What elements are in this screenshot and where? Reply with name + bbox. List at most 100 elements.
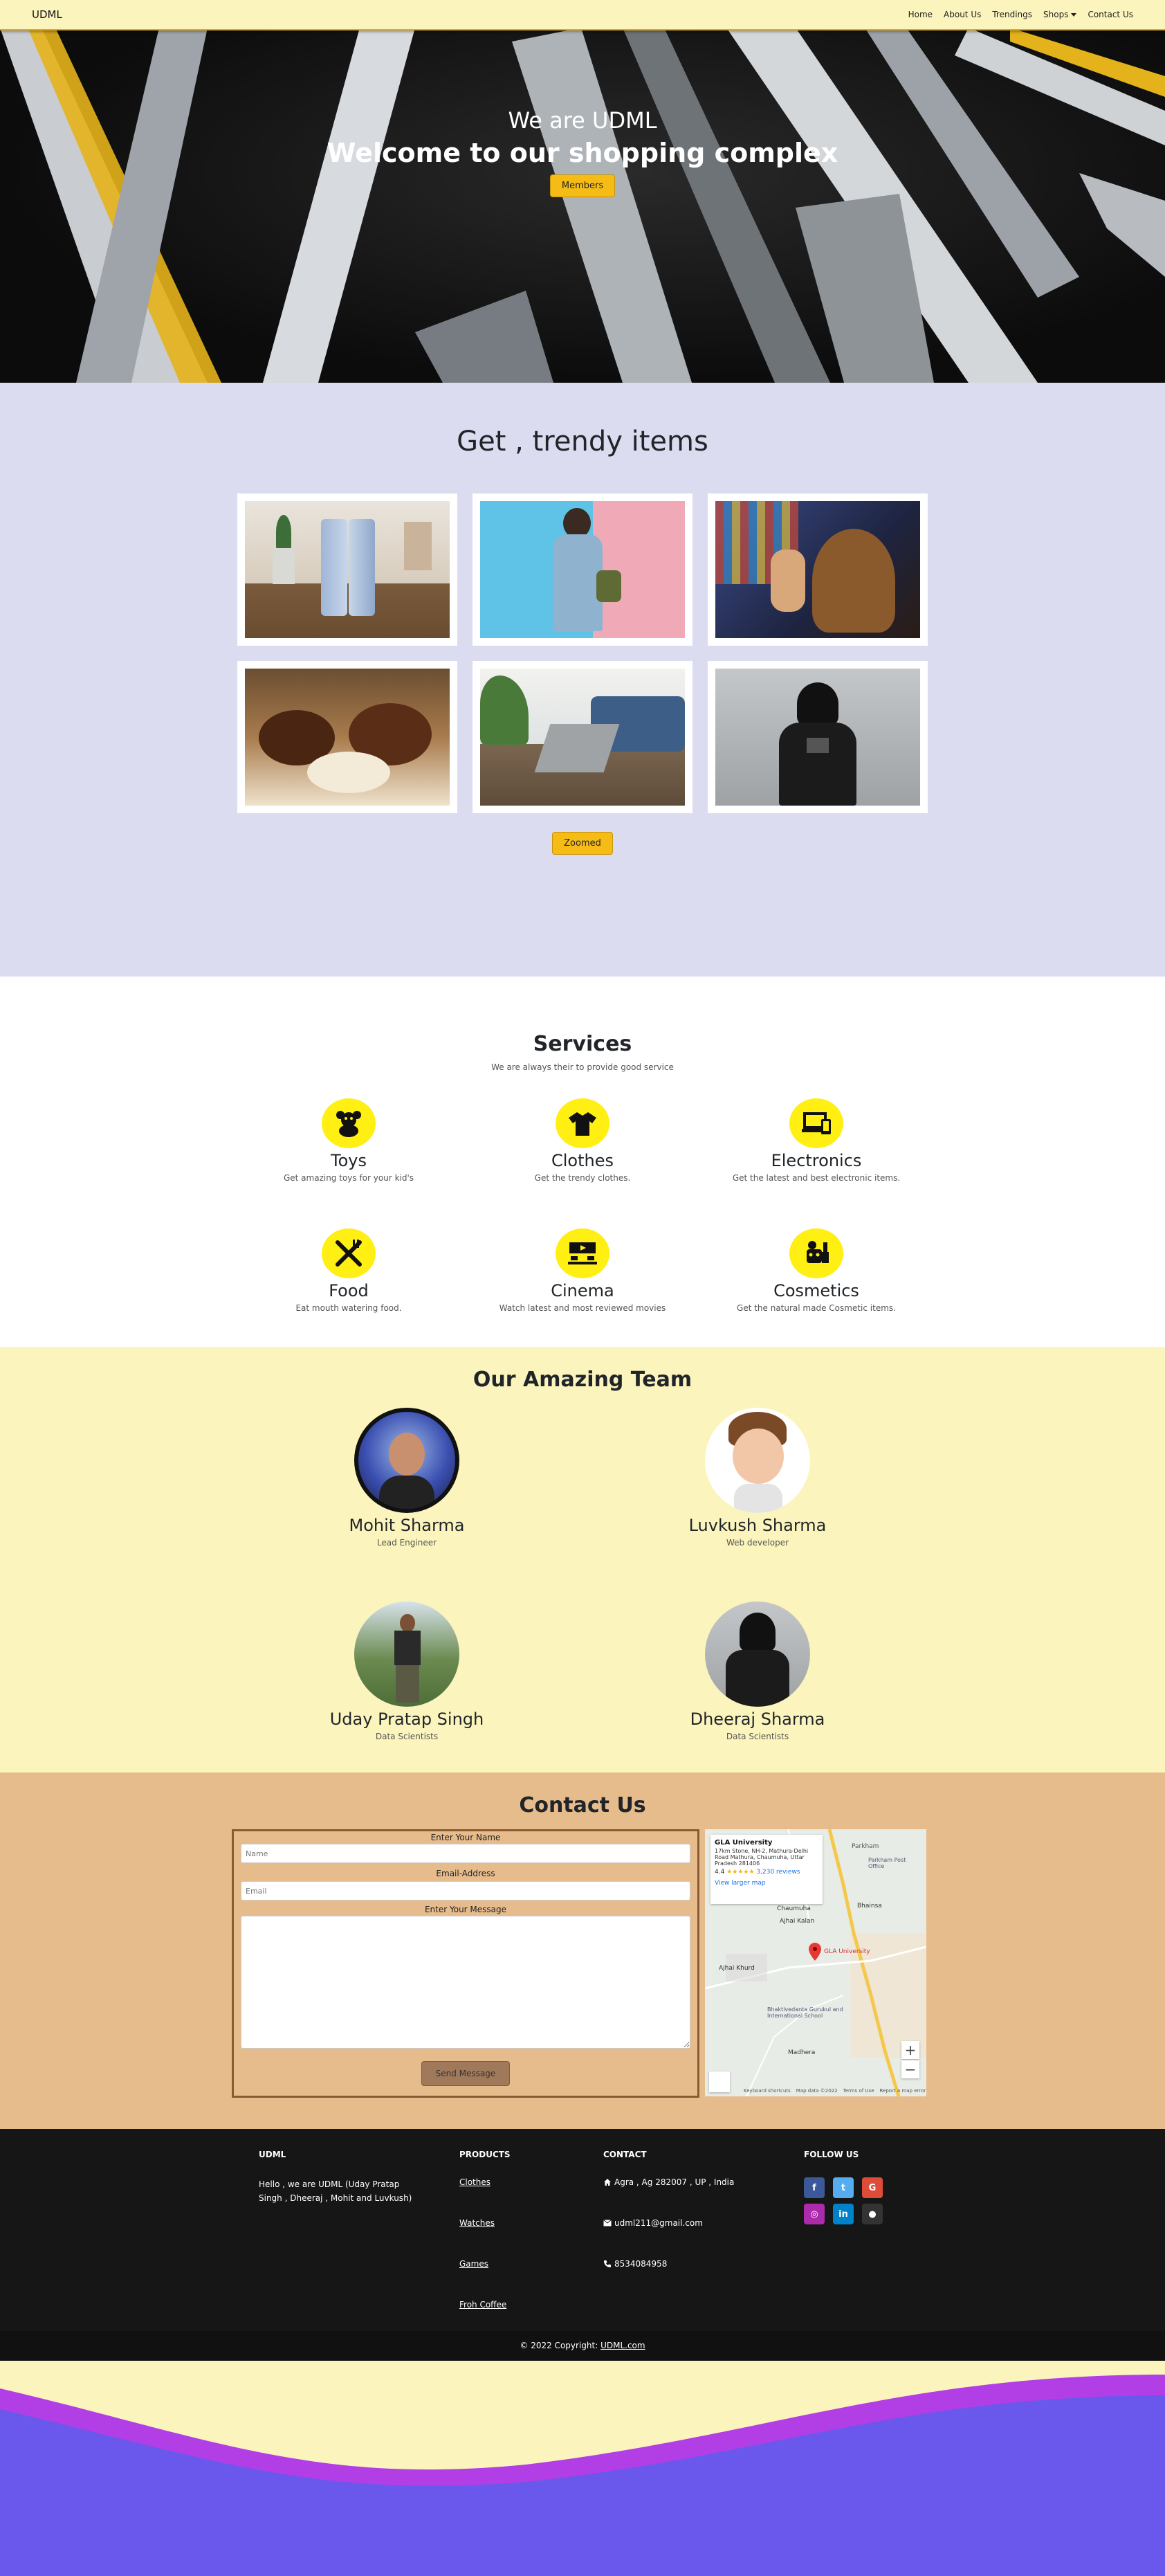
footer-email: udml211@gmail.com [614,2218,703,2228]
cinema-icon [556,1228,609,1278]
twitter-icon[interactable]: t [833,2177,854,2198]
contact-form: Enter Your Name Email-Address Enter Your… [232,1829,699,2098]
hero-section: We are UDML Welcome to our shopping comp… [0,0,1165,383]
shirt-icon [556,1098,609,1148]
nav-about-link[interactable]: About Us [944,10,981,19]
footer-link-games[interactable]: Games [459,2259,511,2269]
team-member: Dheeraj Sharma Data Scientists [654,1602,861,1741]
devices-icon [789,1098,843,1148]
member-name: Mohit Sharma [349,1516,465,1535]
map-label-chaumuha: Chaumuha [777,1905,811,1912]
name-label: Enter Your Name [430,1833,501,1842]
service-desc: Get the natural made Cosmetic items. [737,1303,896,1313]
navbar: UDML Home About Us Trendings Shops Conta… [0,0,1165,30]
name-input[interactable] [241,1844,690,1863]
fashion-photo [480,501,685,638]
service-desc: Get the trendy clothes. [534,1173,631,1183]
phone-icon [604,2260,611,2267]
map-label-madhera: Madhera [788,2049,816,2056]
service-name: Cosmetics [773,1281,859,1300]
email-input[interactable] [241,1881,690,1901]
nav-home-link[interactable]: Home [908,10,933,19]
members-button[interactable]: Members [549,174,616,197]
github-icon[interactable]: ● [862,2204,883,2224]
gallery-card[interactable] [708,493,928,646]
team-section: Our Amazing Team Mohit Sharma Lead Engin… [0,1347,1165,1772]
map-report-link[interactable]: Report a map error [880,2088,926,2094]
phones-photo [245,501,450,638]
gallery-card[interactable] [708,661,928,813]
nav-trendings-link[interactable]: Trendings [992,10,1032,19]
gallery-card[interactable] [473,493,692,646]
map-pin-icon[interactable] [809,1943,821,1961]
map-place-address: 17km Stone, NH-2, Mathura-Delhi Road Mat… [715,1848,809,1867]
service-clothes: Clothes Get the trendy clothes. [472,1098,693,1183]
cosmetics-icon [789,1228,843,1278]
message-textarea[interactable] [241,1916,690,2049]
map-terms-link[interactable]: Terms of Use [843,2088,874,2094]
footer-link-clothes[interactable]: Clothes [459,2177,511,2187]
zoomed-button[interactable]: Zoomed [552,832,613,855]
nav-contact-link[interactable]: Contact Us [1088,10,1133,19]
team-member: Luvkush Sharma Web developer [654,1408,861,1548]
trendy-section: Get , trendy items Zoomed [0,383,1165,977]
footer: UDML Hello , we are UDML (Uday Pratap Si… [0,2129,1165,2361]
service-name: Food [329,1281,369,1300]
services-title: Services [533,1032,632,1056]
service-toys: Toys Get amazing toys for your kid's [238,1098,459,1183]
food-photo [245,669,450,806]
map-label-ajhai-kalan: Ajhai Kalan [780,1918,815,1925]
service-food: Food Eat mouth watering food. [238,1228,459,1313]
nav-shops-dropdown[interactable]: Shops [1043,10,1077,19]
map-label-post-office: Parkham Post Office [868,1857,906,1869]
gallery-card[interactable] [237,493,457,646]
map-zoom-in-button[interactable]: + [901,2041,919,2059]
map-keyboard-shortcuts[interactable]: Keyboard shortcuts [744,2088,791,2094]
service-name: Cinema [551,1281,614,1300]
service-electronics: Electronics Get the latest and best elec… [706,1098,927,1183]
trendy-gallery [237,493,928,813]
footer-follow-heading: FOLLOW US [804,2150,859,2159]
map-footer: Keyboard shortcuts Map data ©2022 Terms … [744,2088,926,2094]
team-title: Our Amazing Team [473,1368,692,1392]
contact-section: Contact Us Enter Your Name Email-Address… [0,1772,1165,2129]
footer-about-column: UDML Hello , we are UDML (Uday Pratap Si… [259,2150,425,2205]
linkedin-icon[interactable]: in [833,2204,854,2224]
gallery-card[interactable] [237,661,457,813]
footer-phone: 8534084958 [614,2259,668,2269]
view-larger-map-link[interactable]: View larger map [715,1880,818,1887]
star-rating-icon: ★★★★★ [726,1869,755,1876]
map-zoom-out-button[interactable]: − [901,2060,919,2078]
services-tagline: We are always their to provide good serv… [491,1062,674,1072]
facebook-icon[interactable]: f [804,2177,825,2198]
map-reviews-link[interactable]: 3,230 reviews [756,1869,800,1876]
footer-contact-column: CONTACT Agra , Ag 282007 , UP , India ud… [603,2150,734,2300]
toys-photo [715,501,920,638]
footer-brand: UDML [259,2150,286,2159]
footer-link-watches[interactable]: Watches [459,2218,511,2228]
member-role: Data Scientists [726,1732,789,1741]
google-icon[interactable]: G [862,2177,883,2198]
map-satellite-toggle[interactable] [709,2071,730,2092]
footer-products-heading: PRODUCTS [459,2150,511,2159]
message-label: Enter Your Message [424,1905,507,1914]
send-message-button[interactable]: Send Message [421,2061,511,2086]
service-name: Clothes [551,1151,614,1170]
services-section: Services We are always their to provide … [0,977,1165,1347]
copyright-text: © 2022 Copyright: [520,2341,598,2350]
map-rating: 4.4 [715,1869,725,1876]
instagram-icon[interactable]: ◎ [804,2204,825,2224]
contact-title: Contact Us [519,1793,646,1817]
service-desc: Get the latest and best electronic items… [732,1173,901,1183]
email-label: Email-Address [436,1869,495,1878]
brand-logo[interactable]: UDML [32,8,62,21]
member-role: Data Scientists [375,1732,439,1741]
wave-decoration [0,2361,1165,2576]
service-name: Toys [331,1151,367,1170]
embedded-map[interactable]: GLA University 17km Stone, NH-2, Mathura… [705,1829,926,2096]
copyright-link[interactable]: UDML.com [600,2341,645,2350]
gallery-card[interactable] [473,661,692,813]
footer-link-coffee[interactable]: Froh Coffee [459,2300,511,2310]
map-place-card: GLA University 17km Stone, NH-2, Mathura… [710,1835,823,1904]
service-cinema: Cinema Watch latest and most reviewed mo… [472,1228,693,1313]
